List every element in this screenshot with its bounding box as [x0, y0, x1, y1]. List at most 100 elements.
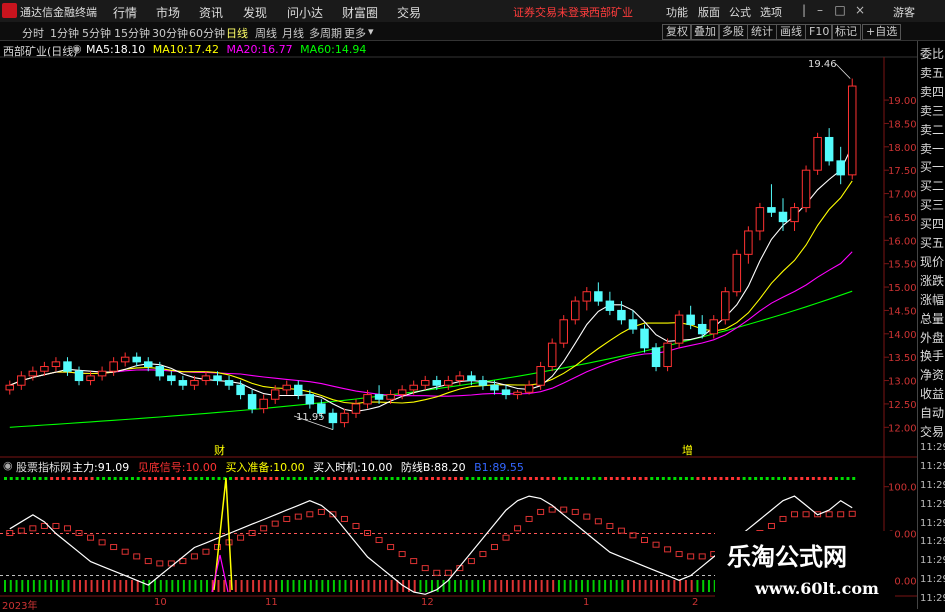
signal-bar: [592, 580, 595, 592]
indicator-gear-icon[interactable]: ◉: [3, 459, 13, 472]
defense-mark: [560, 506, 568, 513]
signal-bar: [4, 580, 6, 592]
candle-body: [270, 389, 280, 400]
signal-bar: [471, 580, 474, 592]
signal-bar: [61, 580, 64, 592]
candle-body: [709, 319, 718, 335]
defense-mark: [144, 558, 152, 565]
side-panel-item[interactable]: 交易: [920, 423, 944, 440]
defense-mark: [514, 525, 522, 532]
signal-dot: [309, 477, 313, 480]
defense-mark: [375, 537, 383, 544]
signal-dot: [684, 477, 688, 480]
defense-mark: [52, 522, 60, 529]
signal-dot: [736, 477, 740, 480]
signal-bar: [413, 580, 416, 592]
signal-bar: [107, 580, 110, 592]
signal-dot: [806, 477, 810, 480]
signal-dot: [632, 477, 636, 480]
side-panel-item: 11:29: [920, 498, 945, 510]
signal-bar: [621, 580, 624, 592]
signal-bar: [506, 580, 509, 592]
kline-chart[interactable]: 19.00 18.50 18.00 17.50 17.00 16.50 16.00 15.50…: [0, 0, 945, 609]
signal-dot: [621, 477, 625, 480]
defense-mark: [791, 511, 799, 518]
candle-body: [97, 370, 107, 377]
defense-mark: [421, 565, 429, 572]
signal-bar: [552, 580, 555, 592]
defense-mark: [675, 551, 683, 558]
signal-dot: [4, 477, 7, 480]
event-mark-zeng[interactable]: 增: [682, 443, 693, 457]
indicator-name[interactable]: 股票指标网: [16, 459, 71, 475]
signal-bar: [517, 580, 520, 592]
side-panel-item: 卖四: [920, 84, 945, 99]
candle-body: [432, 380, 442, 386]
signal-dot: [679, 477, 683, 480]
signal-bar: [511, 580, 514, 592]
signal-bar: [269, 580, 272, 592]
signal-bar: [298, 580, 301, 592]
signal-dot: [494, 477, 498, 480]
signal-dot: [702, 477, 706, 480]
signal-bar: [252, 580, 255, 592]
signal-bar: [442, 580, 445, 592]
candle-body: [120, 356, 130, 363]
signal-bar: [119, 580, 122, 592]
candle-body: [605, 300, 615, 311]
candle-body: [686, 314, 695, 325]
signal-bar: [540, 580, 543, 592]
signal-bar: [136, 580, 139, 592]
defense-mark: [837, 511, 845, 518]
signal-dot: [384, 477, 388, 480]
date-tick: 1: [583, 597, 590, 608]
signal-dot: [615, 477, 619, 480]
candle-body: [363, 394, 372, 405]
price-tick-label: 16.00: [888, 236, 917, 247]
defense-mark: [698, 553, 706, 560]
signal-dot: [482, 477, 486, 480]
signal-dot: [823, 477, 827, 480]
signal-dot: [55, 477, 59, 480]
signal-dot: [511, 477, 515, 480]
signal-bar: [546, 580, 549, 592]
low-price-label: 11.95: [296, 412, 325, 423]
ind-zhuli-value: 91.09: [97, 461, 130, 474]
defense-mark: [306, 511, 314, 518]
side-panel-item: 11:29: [920, 479, 945, 491]
event-mark-cai[interactable]: 财: [214, 443, 225, 457]
candle-body: [294, 384, 303, 396]
signal-bar: [15, 580, 18, 592]
price-tick-label: 14.50: [888, 306, 917, 317]
signal-bar: [534, 580, 537, 592]
defense-mark: [214, 544, 221, 551]
quote-side-panel: 委比 卖五 卖四 卖三 卖二 卖一 买一 买二 买三 买四 买五 现价 涨跌 涨幅 总量 外盘 换手 净资 收益 自动…: [917, 41, 945, 609]
signal-bar: [482, 580, 485, 592]
signal-dot: [9, 477, 13, 480]
defense-mark: [444, 569, 452, 576]
candle-body: [86, 375, 95, 382]
candle-body: [63, 361, 72, 372]
signal-dot: [713, 477, 717, 480]
signal-dot: [50, 477, 54, 480]
signal-bar: [257, 580, 260, 592]
side-panel-item[interactable]: 自动: [920, 404, 944, 421]
signal-bar: [500, 580, 503, 592]
signal-dot: [269, 477, 273, 480]
signal-dot: [292, 477, 296, 480]
signal-bar: [223, 580, 226, 592]
signal-dot: [130, 477, 134, 480]
signal-dot: [344, 477, 348, 480]
signal-dot: [84, 477, 88, 480]
signal-dot: [448, 477, 452, 480]
signal-bar: [581, 580, 584, 592]
candle-body: [5, 384, 15, 391]
signal-dot: [644, 477, 648, 480]
candle-body: [340, 412, 349, 424]
signal-bar: [182, 580, 185, 592]
signal-bar: [488, 580, 491, 592]
candle-body: [28, 370, 38, 377]
signal-bar: [650, 580, 653, 592]
signal-bar: [569, 580, 572, 592]
signal-dot: [327, 477, 331, 480]
